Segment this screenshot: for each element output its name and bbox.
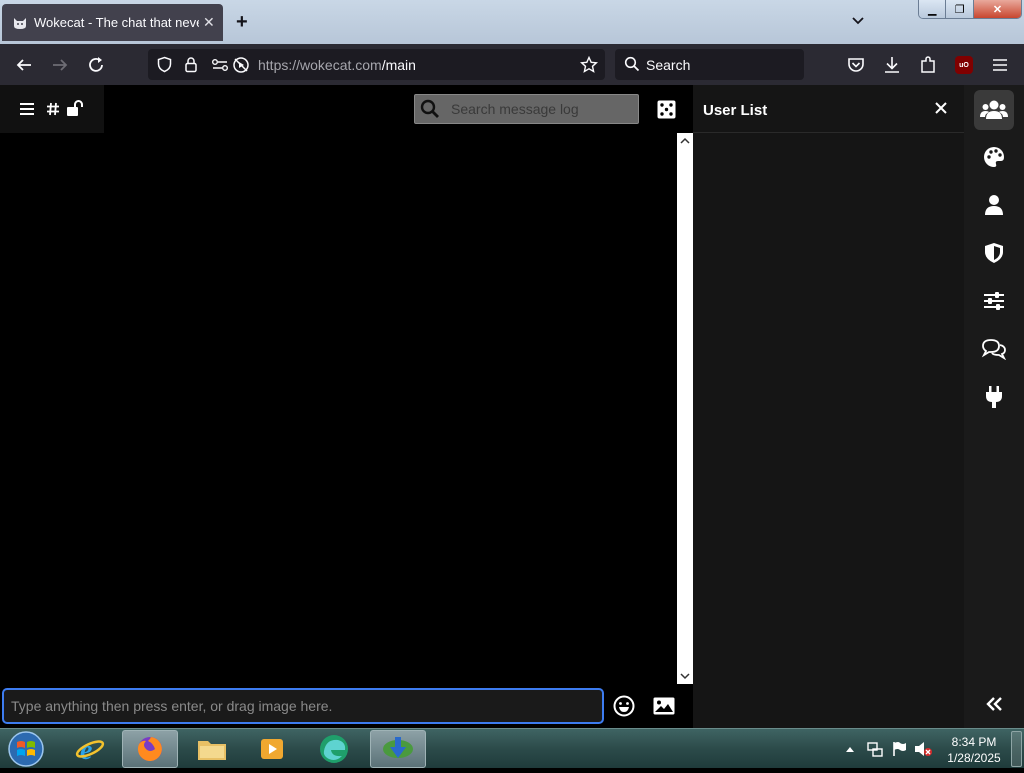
chat-log-scrollbar[interactable] [677,133,693,684]
bookmark-star-icon[interactable] [580,56,598,74]
chat-top-bar [0,85,693,133]
close-window-button[interactable]: ✕ [973,0,1021,18]
settings-button[interactable] [974,281,1014,321]
moderation-button[interactable] [974,233,1014,273]
scroll-up-arrow-icon[interactable] [677,133,693,149]
message-log-search[interactable] [414,94,639,124]
taskbar-edge[interactable] [306,730,362,768]
double-chevron-left-icon [986,697,1002,711]
permissions-icon[interactable] [211,57,229,73]
chat-bubbles-icon [981,339,1007,360]
wokecat-app: User List [0,85,1024,728]
search-icon [420,99,439,118]
message-input[interactable] [11,696,591,716]
action-center-flag-icon[interactable] [891,741,907,757]
internet-explorer-icon: e [75,735,105,764]
taskbar-internet-explorer[interactable]: e [62,730,118,768]
reload-icon[interactable] [86,55,106,75]
scroll-down-arrow-icon[interactable] [677,668,693,684]
channel-hash-icon[interactable] [46,102,60,116]
sliders-icon [984,292,1004,310]
address-bar[interactable]: https://wokecat.com/main [148,49,605,80]
minimize-button[interactable]: ▁ [919,0,947,18]
show-desktop-button[interactable] [1011,731,1022,767]
user-list-panel: User List [693,85,964,728]
tab-close-icon[interactable]: ✕ [203,14,215,31]
firefox-icon [137,737,162,761]
taskbar-clock[interactable]: 8:34 PM 1/28/2025 [940,734,1008,766]
user-list-title: User List [703,102,768,119]
windows-orb-icon [8,731,44,767]
menu-bars-icon[interactable] [19,102,35,116]
browser-search-placeholder: Search [646,57,691,73]
back-arrow-icon[interactable] [14,55,34,75]
taskbar-media-player[interactable] [244,730,300,768]
forward-arrow-icon[interactable] [50,55,70,75]
taskbar-file-explorer[interactable] [184,730,240,768]
tab-title: Wokecat - The chat that never [34,15,199,30]
list-all-tabs-chevron-icon[interactable] [850,12,866,28]
private-messages-button[interactable] [974,329,1014,369]
network-icon[interactable] [867,741,883,757]
autoplay-blocked-icon[interactable] [232,56,250,74]
extensions-puzzle-icon[interactable] [918,55,938,75]
taskbar-firefox[interactable] [122,730,178,768]
user-list-button[interactable] [974,90,1014,130]
users-group-icon [980,100,1008,119]
folder-icon [198,741,226,760]
edge-icon [320,735,348,763]
close-panel-icon[interactable] [934,101,948,115]
plugins-button[interactable] [974,377,1014,417]
clock-time: 8:34 PM [951,735,997,749]
downloads-icon[interactable] [882,55,902,75]
lock-icon[interactable] [183,56,199,73]
media-player-icon [261,739,283,759]
ublock-origin-icon[interactable]: uO [955,56,973,74]
dice-icon[interactable] [657,100,676,119]
window-controls: ▁ ❐ ✕ [918,0,1022,19]
image-upload-icon[interactable] [653,697,675,715]
browser-nav-bar: https://wokecat.com/main Search uO [0,44,1024,85]
url-text: https://wokecat.com/main [258,57,416,73]
message-composer[interactable] [2,688,604,724]
browser-tab-wokecat[interactable]: Wokecat - The chat that never ✕ [2,4,223,41]
tracking-shield-icon[interactable] [156,56,173,73]
browser-tab-strip: Wokecat - The chat that never ✕ + ▁ ❐ ✕ [0,0,1024,44]
search-icon [624,56,640,72]
user-icon [985,195,1003,215]
show-hidden-icons-arrow-icon[interactable] [845,745,855,753]
unlock-icon[interactable] [66,100,84,117]
hamburger-menu-icon[interactable] [990,55,1010,75]
search-message-log-input[interactable] [451,99,631,119]
emoji-smile-icon[interactable] [613,695,635,717]
chat-message-log[interactable] [0,133,677,684]
shield-icon [985,243,1003,263]
side-tool-rail [964,85,1024,728]
theme-button[interactable] [974,137,1014,177]
new-tab-button[interactable]: + [236,11,248,34]
browser-search-field[interactable]: Search [615,49,804,80]
cat-favicon-icon [14,17,26,29]
volume-muted-icon[interactable] [914,741,932,757]
profile-button[interactable] [974,185,1014,225]
user-list-header: User List [693,85,964,133]
palette-icon [984,147,1004,167]
channel-controls [0,85,104,133]
plug-icon [986,386,1002,408]
pocket-icon[interactable] [846,55,866,75]
taskbar-download-manager[interactable] [370,730,426,768]
windows-taskbar: e 8:34 PM 1/28/2025 [0,728,1024,768]
restore-button[interactable]: ❐ [946,0,974,18]
clock-date: 1/28/2025 [947,751,1001,765]
start-button[interactable] [6,730,46,768]
download-manager-icon [383,737,413,758]
collapse-panel-button[interactable] [974,684,1014,724]
